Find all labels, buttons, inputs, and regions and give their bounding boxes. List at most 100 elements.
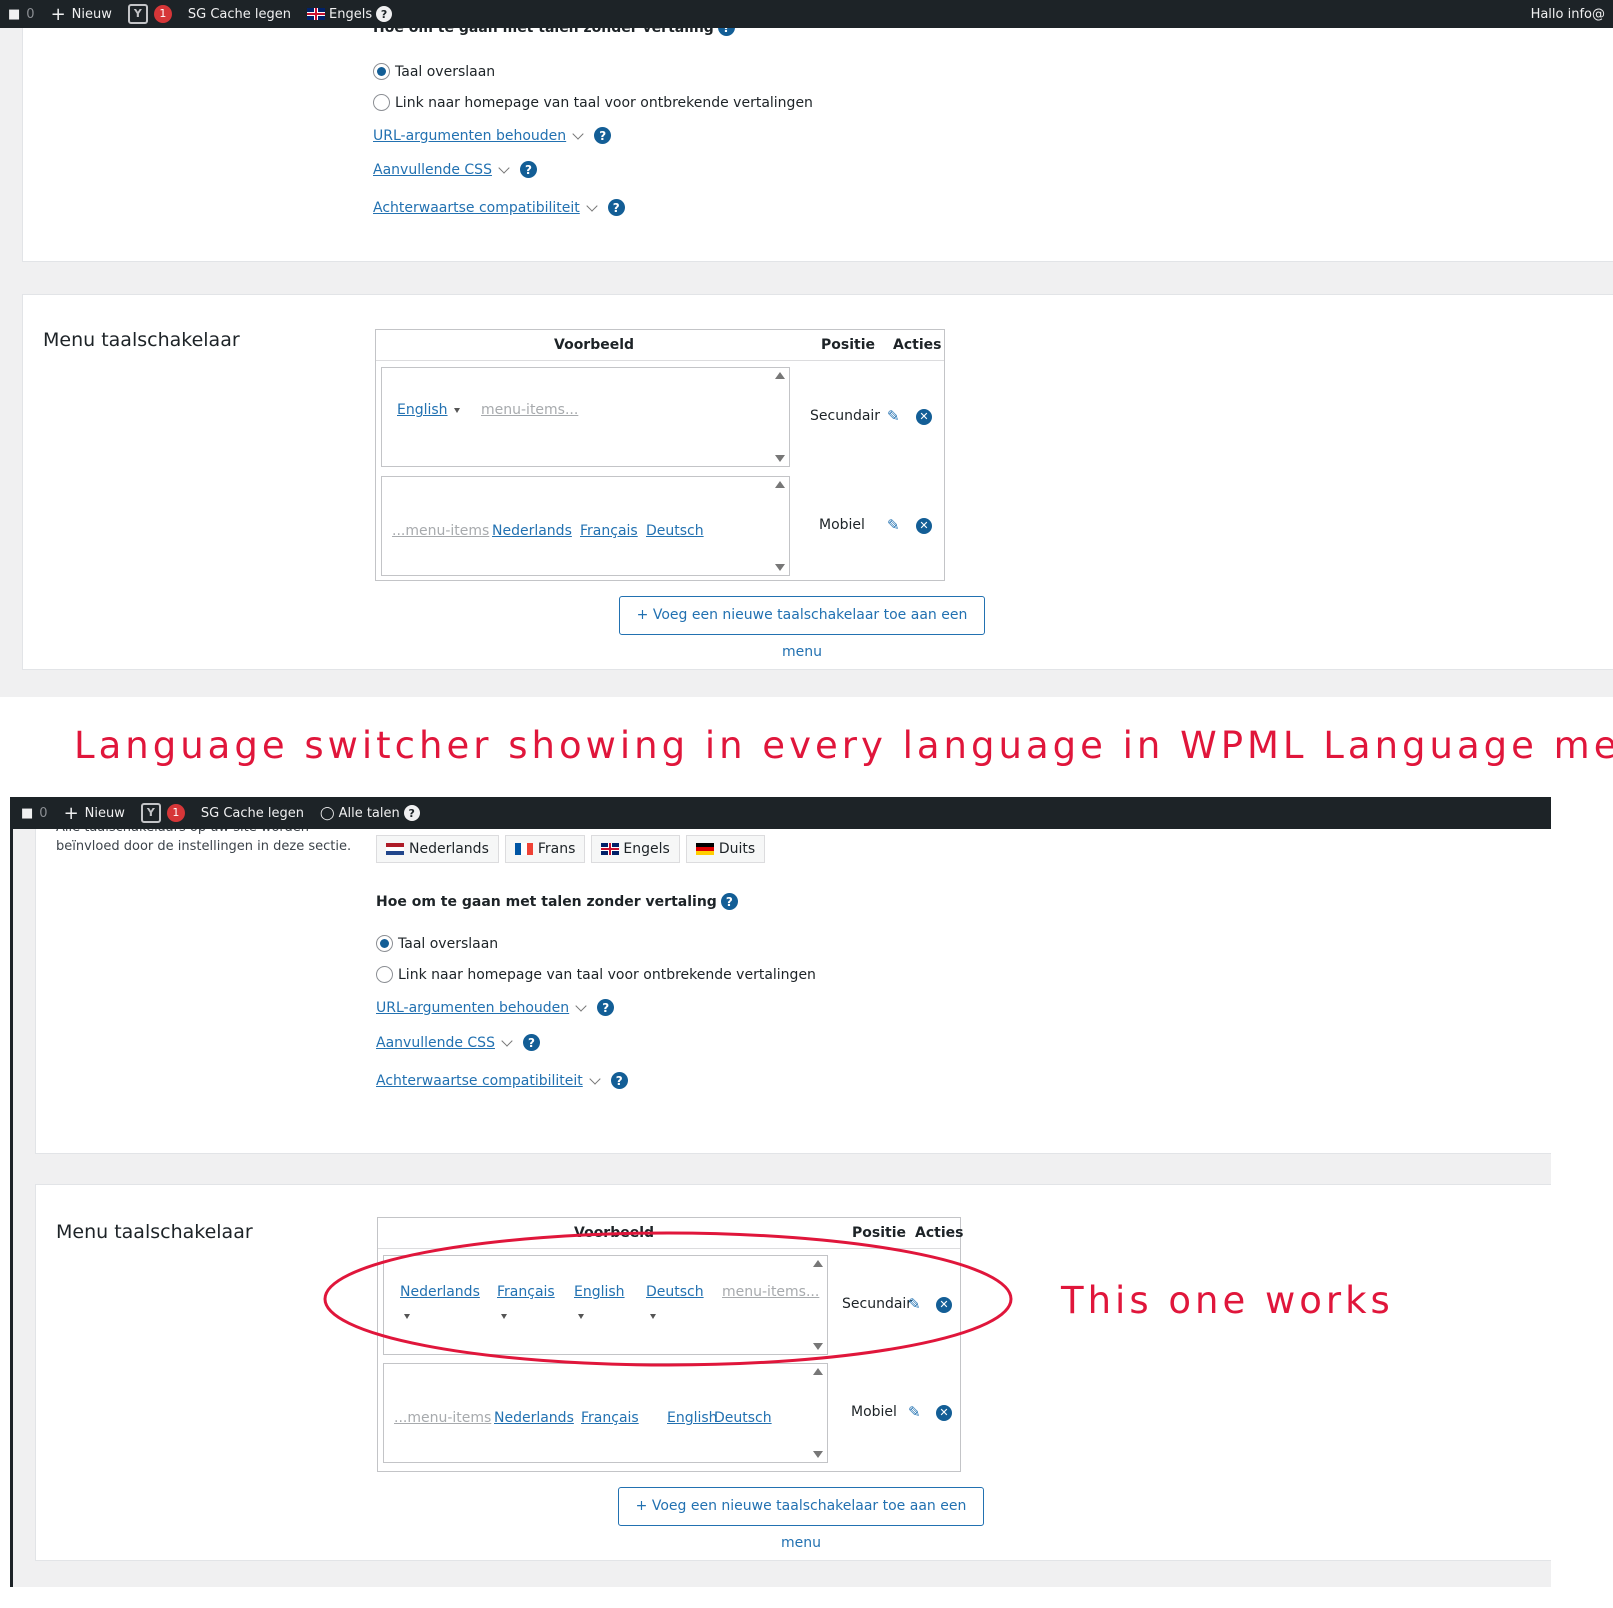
comment-icon: ■: [21, 805, 34, 821]
preview-box-secondary: English menu-items...: [381, 367, 790, 467]
notification-badge: 1: [166, 804, 185, 822]
radio-button[interactable]: [373, 94, 390, 111]
extra-css-toggle[interactable]: Aanvullende CSS?: [376, 1034, 540, 1051]
preview-item: Français: [580, 523, 638, 539]
edit-pencil-icon[interactable]: ✎: [908, 1403, 921, 1421]
edit-pencil-icon[interactable]: ✎: [887, 407, 900, 425]
uk-flag-icon: [601, 843, 620, 855]
radio-button[interactable]: [376, 966, 393, 983]
screenshot-all-languages: ■ 0 + Nieuw Y1 SG Cache legen ◯ Alle talen?…: [10, 797, 1551, 1587]
help-icon[interactable]: ?: [610, 1072, 628, 1089]
yoast-icon: Y: [127, 4, 148, 24]
preview-box-mobile: ...menu-items Nederlands Français Englis…: [383, 1363, 828, 1463]
scroll-down-icon[interactable]: [775, 455, 785, 462]
menu-switcher-table: Voorbeeld Positie Acties English menu-it…: [375, 329, 945, 581]
help-icon[interactable]: ?: [597, 999, 615, 1016]
section-title: Menu taalschakelaar: [56, 1221, 253, 1243]
url-args-toggle[interactable]: URL-argumenten behouden?: [373, 127, 612, 144]
notification-badge: 1: [153, 5, 172, 23]
chevron-down-icon: [572, 128, 584, 140]
missing-translation-heading: Hoe om te gaan met talen zonder vertalin…: [376, 893, 738, 910]
settings-card: Hoe om te gaan met talen zonder vertalin…: [22, 0, 1613, 262]
preview-item: English: [667, 1410, 718, 1426]
language-item-nl[interactable]: Nederlands: [376, 835, 499, 863]
nl-flag-icon: [386, 843, 404, 855]
position-value: Secundair: [810, 408, 881, 424]
help-icon[interactable]: ?: [522, 1034, 540, 1051]
col-preview: Voorbeeld: [554, 337, 635, 353]
scroll-up-icon[interactable]: [775, 372, 785, 379]
help-icon[interactable]: ?: [376, 6, 393, 22]
help-icon[interactable]: ?: [403, 805, 420, 821]
edit-pencil-icon[interactable]: ✎: [887, 516, 900, 534]
section-title: Menu taalschakelaar: [43, 329, 240, 351]
comments-link[interactable]: ■ 0: [13, 797, 56, 829]
scroll-down-icon[interactable]: [775, 564, 785, 571]
col-actions: Acties: [893, 337, 942, 353]
preview-item: Nederlands: [494, 1410, 574, 1426]
help-icon[interactable]: ?: [720, 893, 738, 910]
comments-link[interactable]: ■ 0: [0, 0, 43, 28]
chevron-down-icon: [498, 162, 510, 174]
new-content-link[interactable]: + Nieuw: [43, 0, 120, 28]
scroll-up-icon[interactable]: [775, 481, 785, 488]
preview-item: ...menu-items: [392, 523, 490, 539]
radio-button-checked[interactable]: [373, 63, 390, 80]
radio-skip-language[interactable]: Taal overslaan: [376, 935, 498, 952]
chevron-down-icon: [575, 1000, 587, 1012]
backcompat-toggle[interactable]: Achterwaartse compatibiliteit?: [376, 1072, 628, 1089]
language-item-en[interactable]: Engels: [591, 835, 680, 863]
preview-item: menu-items...: [481, 402, 579, 418]
uk-flag-icon: [307, 8, 326, 20]
preview-item: English: [397, 402, 460, 418]
new-content-link[interactable]: + Nieuw: [56, 797, 133, 829]
language-switcher[interactable]: ◯ Alle talen?: [312, 797, 428, 829]
language-item-fr[interactable]: Frans: [504, 835, 586, 863]
chevron-down-icon: [501, 1035, 513, 1047]
menu-switcher-card: Menu taalschakelaar Voorbeeld Positie Ac…: [22, 294, 1613, 670]
yoast-icon: Y: [140, 803, 161, 823]
preview-item: ...menu-items: [394, 1410, 492, 1426]
account-menu[interactable]: Hallo info@: [1523, 0, 1613, 28]
annotation-title: Language switcher showing in every langu…: [74, 724, 1613, 767]
add-switcher-button[interactable]: + Voeg een nieuwe taalschakelaar toe aan…: [619, 596, 985, 660]
chevron-down-icon: [589, 1073, 601, 1085]
scroll-down-icon[interactable]: [813, 1451, 823, 1458]
admin-bar: ■ 0 + Nieuw Y1 SG Cache legen Engels? Hall…: [0, 0, 1613, 28]
delete-icon[interactable]: ✕: [916, 518, 932, 534]
radio-skip-language[interactable]: Taal overslaan: [373, 63, 495, 80]
admin-bar: ■ 0 + Nieuw Y1 SG Cache legen ◯ Alle talen?: [13, 797, 1551, 829]
delete-icon[interactable]: ✕: [936, 1405, 952, 1421]
sg-cache-button[interactable]: SG Cache legen: [193, 797, 312, 829]
help-icon[interactable]: ?: [519, 161, 537, 178]
radio-link-homepage[interactable]: Link naar homepage van taal voor ontbrek…: [376, 966, 816, 983]
fr-flag-icon: [514, 843, 533, 855]
sg-cache-button[interactable]: SG Cache legen: [180, 0, 299, 28]
settings-card: Alle taalschakelaars op uw site worden b…: [35, 797, 1551, 1154]
radio-link-homepage[interactable]: Link naar homepage van taal voor ontbrek…: [373, 94, 813, 111]
screenshot-english: ■ 0 + Nieuw Y1 SG Cache legen Engels? Hall…: [0, 0, 1613, 697]
url-args-toggle[interactable]: URL-argumenten behouden?: [376, 999, 615, 1016]
position-value: Mobiel: [819, 517, 865, 533]
help-icon[interactable]: ?: [594, 127, 612, 144]
scroll-up-icon[interactable]: [813, 1368, 823, 1375]
globe-icon: ◯: [320, 805, 335, 821]
yoast-menu[interactable]: Y1: [133, 797, 193, 829]
add-switcher-button[interactable]: + Voeg een nieuwe taalschakelaar toe aan…: [618, 1487, 984, 1551]
yoast-menu[interactable]: Y1: [120, 0, 180, 28]
delete-icon[interactable]: ✕: [916, 409, 932, 425]
plus-icon: +: [50, 3, 66, 25]
language-item-de[interactable]: Duits: [685, 835, 766, 863]
comment-icon: ■: [8, 6, 21, 22]
extra-css-toggle[interactable]: Aanvullende CSS?: [373, 161, 537, 178]
language-switcher[interactable]: Engels?: [299, 0, 400, 28]
position-value: Mobiel: [851, 1404, 897, 1420]
radio-button-checked[interactable]: [376, 935, 393, 952]
preview-item: Nederlands: [492, 523, 572, 539]
help-icon[interactable]: ?: [607, 199, 625, 216]
backcompat-toggle[interactable]: Achterwaartse compatibiliteit?: [373, 199, 625, 216]
annotation-works: This one works: [1061, 1279, 1394, 1322]
preview-item: Français: [581, 1410, 639, 1426]
preview-item: Deutsch: [714, 1410, 772, 1426]
col-position: Positie: [821, 337, 875, 353]
